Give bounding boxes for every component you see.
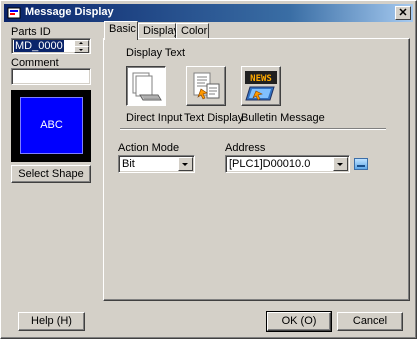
ok-button[interactable]: OK (O) (266, 311, 332, 332)
news-bulletin-icon: NEWS (245, 71, 277, 101)
app-icon (7, 7, 21, 19)
text-display-option[interactable] (186, 66, 226, 106)
display-text-label: Display Text (126, 47, 186, 59)
preview-text: ABC (40, 119, 63, 131)
window-title: Message Display (25, 6, 114, 18)
message-display-dialog: Message Display ✕ Parts ID MD_0000 Comme… (0, 0, 417, 339)
address-dropdown-icon[interactable] (333, 157, 348, 171)
direct-input-label: Direct Input (126, 112, 183, 124)
shape-preview-frame: ABC (11, 90, 91, 162)
cancel-button[interactable]: Cancel (337, 312, 403, 331)
title-bar[interactable]: Message Display ✕ (4, 4, 413, 22)
action-mode-label: Action Mode (118, 142, 180, 154)
address-select[interactable]: [PLC1]D00010.0 (225, 155, 350, 173)
address-value: [PLC1]D00010.0 (229, 158, 311, 170)
tab-display[interactable]: Display (138, 23, 179, 39)
action-mode-value: Bit (122, 158, 135, 170)
text-display-icon (193, 72, 220, 100)
spin-down-button[interactable] (74, 46, 89, 53)
section-divider (120, 128, 386, 130)
tab-color[interactable]: Color (176, 23, 209, 39)
parts-id-value: MD_0000 (14, 40, 64, 52)
address-label: Address (225, 142, 266, 154)
shape-preview: ABC (20, 97, 83, 154)
basic-tab-panel: Display Text Direct Input Text Display N… (103, 38, 410, 301)
svg-text:NEWS: NEWS (250, 74, 272, 84)
text-display-label: Text Display (184, 112, 244, 124)
direct-input-option[interactable] (126, 66, 166, 106)
parts-id-field[interactable]: MD_0000 (11, 38, 91, 54)
comment-input[interactable] (11, 68, 91, 85)
bulletin-message-label: Bulletin Message (241, 112, 325, 124)
select-shape-button[interactable]: Select Shape (11, 165, 91, 183)
help-button[interactable]: Help (H) (18, 312, 85, 331)
tab-basic[interactable]: Basic (104, 21, 138, 40)
action-mode-select[interactable]: Bit (118, 155, 195, 173)
close-button[interactable]: ✕ (395, 6, 411, 20)
direct-input-icon (132, 72, 162, 101)
parts-id-label: Parts ID (11, 26, 51, 38)
bulletin-message-option[interactable]: NEWS (241, 66, 281, 106)
action-mode-dropdown-icon[interactable] (178, 157, 193, 171)
address-input-icon[interactable] (354, 158, 368, 170)
